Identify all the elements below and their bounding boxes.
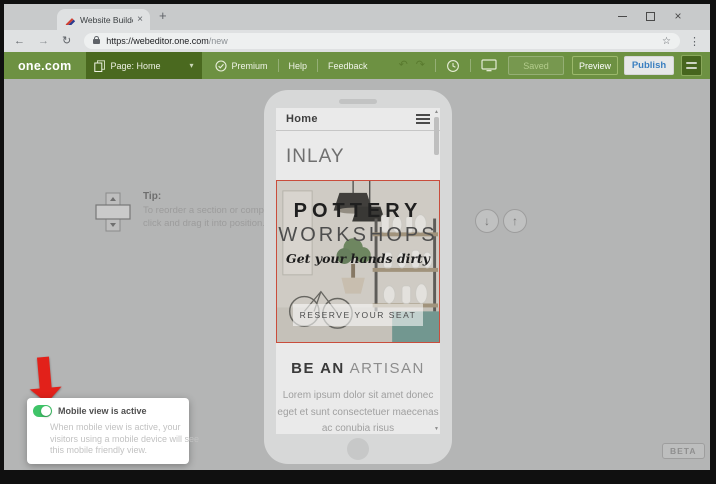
toolbar-divider	[317, 59, 318, 72]
desktop-view-icon[interactable]	[481, 59, 497, 72]
beta-badge: BETA	[662, 443, 705, 459]
browser-menu-icon[interactable]: ⋮	[689, 35, 700, 48]
hero-subtitle: WORKSHOPS	[278, 224, 437, 247]
editor-canvas: Tip: To reorder a section or component, …	[4, 79, 710, 470]
url-text: https://webeditor.one.com/new	[106, 36, 228, 46]
phone-speaker	[339, 99, 377, 104]
page-icon	[94, 60, 105, 72]
help-label: Help	[289, 61, 308, 71]
phone-mockup: Home INLAY	[264, 90, 452, 464]
premium-label: Premium	[232, 61, 268, 71]
window-close-button[interactable]: ×	[669, 4, 687, 28]
mobile-view-tooltip: Mobile view is active When mobile view i…	[27, 398, 189, 464]
preview-label: Preview	[579, 61, 611, 71]
phone-screen: Home INLAY	[276, 108, 440, 434]
padlock-icon	[93, 39, 100, 44]
reload-icon[interactable]: ↻	[62, 36, 71, 47]
body-line: ac conubia risus	[276, 421, 440, 434]
drag-reorder-icon	[94, 191, 132, 233]
forward-icon[interactable]: →	[38, 36, 49, 47]
toolbar-divider	[278, 59, 279, 72]
back-icon[interactable]: ←	[14, 36, 25, 47]
tab-close-icon[interactable]: ×	[137, 15, 143, 25]
minimize-icon	[618, 16, 627, 17]
saved-button: Saved	[508, 56, 564, 75]
url-main: https://webeditor.one.com	[106, 36, 209, 46]
section-heading[interactable]: BE AN ARTISAN	[276, 360, 440, 377]
site-heading[interactable]: INLAY	[286, 146, 440, 168]
move-section-down-button[interactable]: ↓	[475, 209, 499, 233]
tab-title: Website Builder	[80, 15, 133, 25]
editor-toolbar: one.com Page: Home ▾ Premium Help Feedba…	[4, 52, 710, 79]
tooltip-line: this mobile friendly view.	[50, 445, 181, 457]
browser-navbar: ← → ↻ https://webeditor.one.com/new ☆ ⋮	[4, 30, 710, 52]
toolbar-divider	[470, 59, 471, 72]
reorder-tip: Tip: To reorder a section or component, …	[94, 191, 290, 233]
feedback-label: Feedback	[328, 61, 368, 71]
site-hamburger-icon[interactable]	[416, 114, 430, 124]
scrollbar-down-icon[interactable]: ▼	[434, 427, 439, 432]
toggle-knob	[41, 406, 51, 416]
history-clock-icon[interactable]	[446, 59, 460, 73]
feedback-button[interactable]: Feedback	[328, 61, 368, 71]
editor-menu-button[interactable]	[681, 55, 702, 76]
browser-tab[interactable]: Website Builder ×	[57, 9, 150, 30]
tooltip-line: visitors using a mobile device will see	[50, 434, 181, 446]
screenshot-stage: Website Builder × + × ← → ↻ https://webe…	[0, 0, 716, 484]
bookmark-star-icon[interactable]: ☆	[662, 36, 671, 47]
page-selector-label: Page: Home	[111, 61, 161, 71]
chevron-down-icon: ▾	[189, 61, 193, 70]
scrollbar-thumb[interactable]	[434, 117, 439, 155]
hero-section-selected[interactable]: POTTERY WORKSHOPS Get your hands dirty R…	[276, 180, 440, 343]
scrollbar-up-icon[interactable]: ▲	[434, 110, 439, 115]
new-tab-button[interactable]: +	[159, 8, 167, 23]
browser-window: Website Builder × + × ← → ↻ https://webe…	[4, 4, 710, 470]
site-nav-title[interactable]: Home	[286, 113, 318, 125]
down-arrow-icon: ↓	[484, 214, 490, 228]
undo-icon[interactable]: ↶	[399, 60, 408, 71]
url-bar[interactable]: https://webeditor.one.com/new ☆	[84, 33, 680, 49]
phone-home-button	[347, 438, 369, 460]
menu-icon	[686, 62, 697, 64]
help-button[interactable]: Help	[289, 61, 308, 71]
move-section-up-button[interactable]: ↑	[503, 209, 527, 233]
premium-button[interactable]: Premium	[215, 60, 268, 72]
onecom-editor-favicon	[64, 14, 75, 25]
body-text[interactable]: Lorem ipsum dolor sit amet donec eget et…	[276, 388, 440, 434]
hero-title: POTTERY	[294, 200, 423, 223]
onecom-logo: one.com	[18, 59, 72, 73]
window-maximize-button[interactable]	[641, 4, 659, 28]
page-selector[interactable]: Page: Home ▾	[86, 52, 202, 79]
maximize-icon	[646, 12, 655, 21]
up-arrow-icon: ↑	[512, 214, 518, 228]
hero-tagline: Get your hands dirty	[286, 251, 430, 266]
reserve-seat-button[interactable]: RESERVE YOUR SEAT	[293, 304, 423, 326]
site-header: Home	[276, 108, 440, 131]
mobile-view-toggle[interactable]	[33, 405, 52, 417]
preview-button[interactable]: Preview	[572, 56, 618, 75]
section-heading-bold: BE AN	[291, 360, 345, 377]
premium-check-icon	[215, 60, 227, 72]
publish-button[interactable]: Publish	[624, 56, 674, 75]
window-minimize-button[interactable]	[613, 4, 631, 28]
url-path: /new	[209, 36, 228, 46]
saved-label: Saved	[523, 61, 549, 71]
tooltip-line: When mobile view is active, your	[50, 422, 181, 434]
section-heading-light: ARTISAN	[350, 360, 425, 377]
redo-icon[interactable]: ↷	[416, 60, 425, 71]
body-line: Lorem ipsum dolor sit amet donec	[276, 388, 440, 405]
toolbar-divider	[435, 59, 436, 72]
publish-label: Publish	[632, 60, 666, 71]
body-line: eget et sunt consectetuer maecenas	[276, 405, 440, 422]
tab-strip: Website Builder × + ×	[4, 4, 710, 30]
tooltip-title: Mobile view is active	[58, 406, 147, 416]
